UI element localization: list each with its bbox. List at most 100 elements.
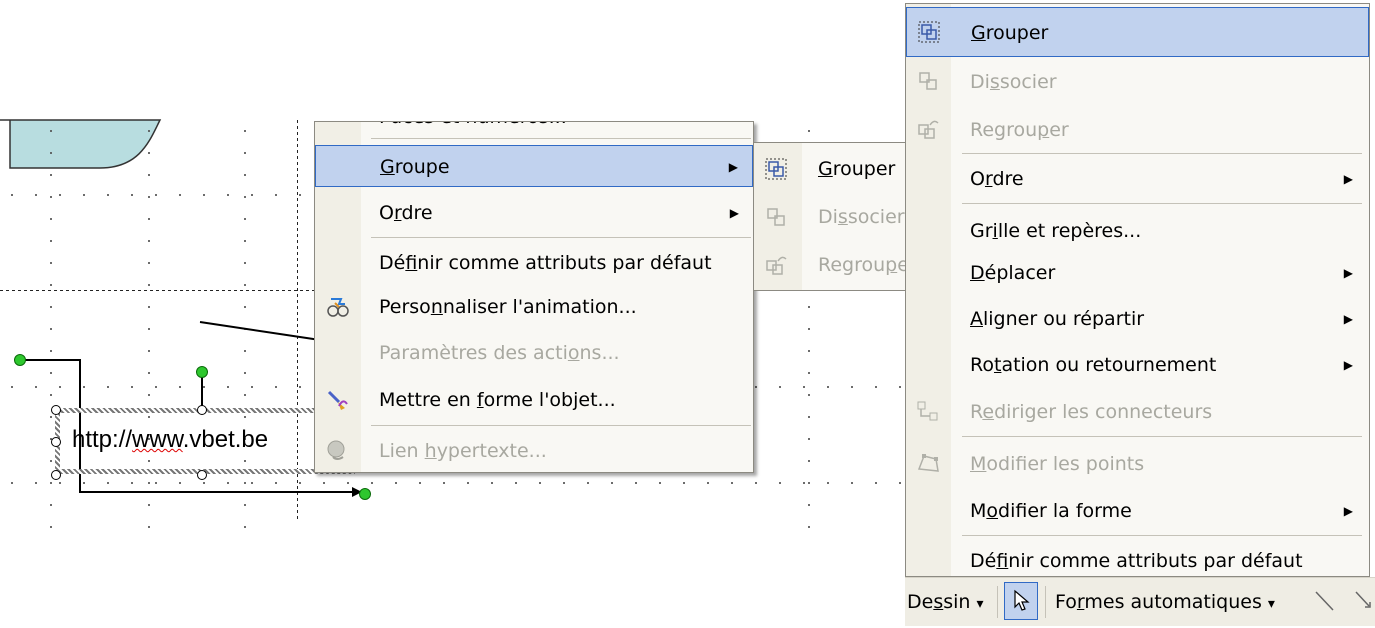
submenu-arrow-icon: ▶ — [1343, 266, 1353, 280]
dropdown-arrow-icon: ▾ — [976, 596, 984, 612]
menu-item-label: Modifier les points — [970, 439, 1144, 489]
label-pre: Regrou — [818, 254, 886, 276]
menu-item-parametres-actions[interactable]: Paramètres des actions... — [315, 332, 753, 374]
dessin-item-deplacer[interactable]: Déplacer ▶ — [906, 248, 1369, 298]
dessin-item-regrouper[interactable]: Regrouper — [906, 105, 1369, 155]
pointer-arrow-icon — [1014, 589, 1030, 611]
menu-item-label: Groupe — [380, 146, 450, 188]
label-rest: socier — [847, 206, 905, 228]
menu-item-definir-defaut[interactable]: Définir comme attributs par défaut — [315, 242, 753, 284]
submenu-item-grouper[interactable]: Grouper — [754, 145, 907, 193]
submenu-arrow-icon: ▶ — [1343, 172, 1353, 186]
accel-key: o — [986, 500, 999, 522]
menu-item-label: Rediriger les connecteurs — [970, 387, 1212, 437]
ungroup-icon — [916, 69, 940, 93]
label-pre: Paramètres des acti — [379, 342, 568, 364]
label-pre: O — [379, 202, 394, 224]
resize-handle[interactable] — [51, 470, 61, 480]
bullets-icon: ☰ — [325, 122, 349, 129]
dessin-item-ordre[interactable]: Ordre ▶ — [906, 154, 1369, 204]
dessin-item-rediriger-connecteurs[interactable]: Rediriger les connecteurs — [906, 387, 1369, 437]
menu-item-label: Dissocier — [818, 193, 905, 241]
label-rest: roupe — [394, 156, 450, 178]
label-pre: O — [970, 168, 985, 190]
dessin-item-modifier-points[interactable]: Modifier les points — [906, 439, 1369, 489]
menu-item-personnaliser-animation[interactable]: Personnaliser l'animation... — [315, 286, 753, 328]
reroute-connectors-icon — [916, 399, 940, 423]
dessin-menu: Grouper Dissocier Regrouper Ordre ▶ Gril… — [905, 3, 1370, 577]
formes-automatiques-button[interactable]: Formes automatiques ▾ — [1055, 578, 1275, 626]
label-rest: inir comme attributs par défaut — [417, 252, 712, 274]
label-pre: Dé — [970, 550, 997, 572]
dessin-item-dissocier[interactable]: Dissocier — [906, 57, 1369, 107]
menu-separator — [962, 436, 1362, 437]
menu-item-puces[interactable]: ☰ Puces et numéros... — [315, 122, 753, 138]
url-text[interactable]: http://www.vbet.be — [72, 426, 268, 454]
dessin-item-modifier-forme[interactable]: Modifier la forme ▶ — [906, 486, 1369, 536]
line-tool-button[interactable] — [1313, 588, 1337, 616]
label-pre: De — [907, 591, 934, 613]
menu-item-label: Mettre en forme l'objet... — [379, 379, 616, 421]
label-rest: ns... — [579, 342, 620, 364]
connector-line[interactable] — [79, 491, 361, 493]
menu-separator — [371, 138, 751, 139]
label-pre: Regrou — [970, 119, 1038, 141]
regroup-icon — [916, 117, 940, 141]
dessin-item-grouper[interactable]: Grouper — [906, 7, 1369, 57]
accel-key: A — [970, 308, 983, 330]
label-rest: naliser l'animation... — [442, 296, 637, 318]
accel-key: G — [971, 22, 986, 44]
dessin-menu-button[interactable]: Dessin ▾ — [907, 578, 984, 626]
format-object-icon — [325, 388, 349, 412]
label-pre: Gr — [970, 220, 993, 242]
label-rest: er — [1049, 119, 1069, 141]
select-objects-button[interactable] — [1004, 582, 1038, 620]
label-rest: rouper — [832, 158, 896, 180]
menu-separator — [371, 425, 751, 426]
url-part: .vbet.be — [182, 426, 269, 453]
dessin-item-aligner[interactable]: Aligner ou répartir ▶ — [906, 294, 1369, 344]
menu-item-mettre-en-forme[interactable]: Mettre en forme l'objet... — [315, 379, 753, 421]
dessin-item-definir-defaut[interactable]: Définir comme attributs par défaut — [906, 536, 1369, 576]
menu-separator — [962, 203, 1362, 204]
menu-item-label: Grouper — [971, 8, 1048, 58]
connector-line[interactable] — [20, 359, 80, 361]
accel-key: G — [380, 156, 395, 178]
group-icon — [917, 20, 941, 44]
menu-item-label: Ordre — [970, 154, 1024, 204]
label-rest: mes automatiques — [1084, 591, 1262, 613]
menu-item-ordre[interactable]: Ordre ▶ — [315, 192, 753, 234]
accel-key: f — [405, 252, 418, 274]
accel-key: h — [424, 440, 437, 462]
submenu-item-dissocier[interactable]: Dissocier — [754, 193, 907, 241]
accel-key: o — [567, 342, 580, 364]
grid-dots — [148, 120, 150, 540]
animation-icon — [325, 295, 349, 319]
arrow-tool-button[interactable] — [1353, 588, 1373, 616]
label-rest: dre — [992, 168, 1024, 190]
hyperlink-icon — [325, 439, 349, 463]
accel-key: n — [430, 296, 443, 318]
menu-item-label: Lien hypertexte... — [379, 430, 547, 472]
line-shape[interactable] — [195, 318, 325, 348]
submenu-item-regrouper[interactable]: Regroupe — [754, 241, 907, 289]
resize-handle[interactable] — [51, 437, 61, 447]
menu-item-lien-hypertexte[interactable]: Lien hypertexte... — [315, 430, 753, 472]
label-pre: Perso — [379, 296, 431, 318]
slide-shape[interactable] — [0, 0, 170, 175]
rotation-handle[interactable] — [196, 366, 208, 378]
menu-item-label: Rotation ou retournement — [970, 340, 1216, 390]
dessin-item-rotation[interactable]: Rotation ou retournement ▶ — [906, 340, 1369, 390]
menu-item-label: Puces et numéros... — [379, 122, 567, 138]
context-menu: ☰ Puces et numéros... Groupe ▶ Ordre ▶ D… — [314, 121, 754, 473]
toolbar-separator — [997, 586, 998, 618]
resize-handle[interactable] — [51, 405, 61, 415]
menu-item-groupe[interactable]: Groupe ▶ — [315, 145, 753, 187]
resize-handle[interactable] — [197, 405, 207, 415]
connector-endpoint[interactable] — [359, 488, 371, 500]
menu-item-label: Dissocier — [970, 57, 1057, 107]
resize-handle[interactable] — [197, 470, 207, 480]
accel-key: f — [996, 550, 1009, 572]
edit-points-icon — [916, 451, 940, 475]
connector-endpoint[interactable] — [14, 354, 26, 366]
